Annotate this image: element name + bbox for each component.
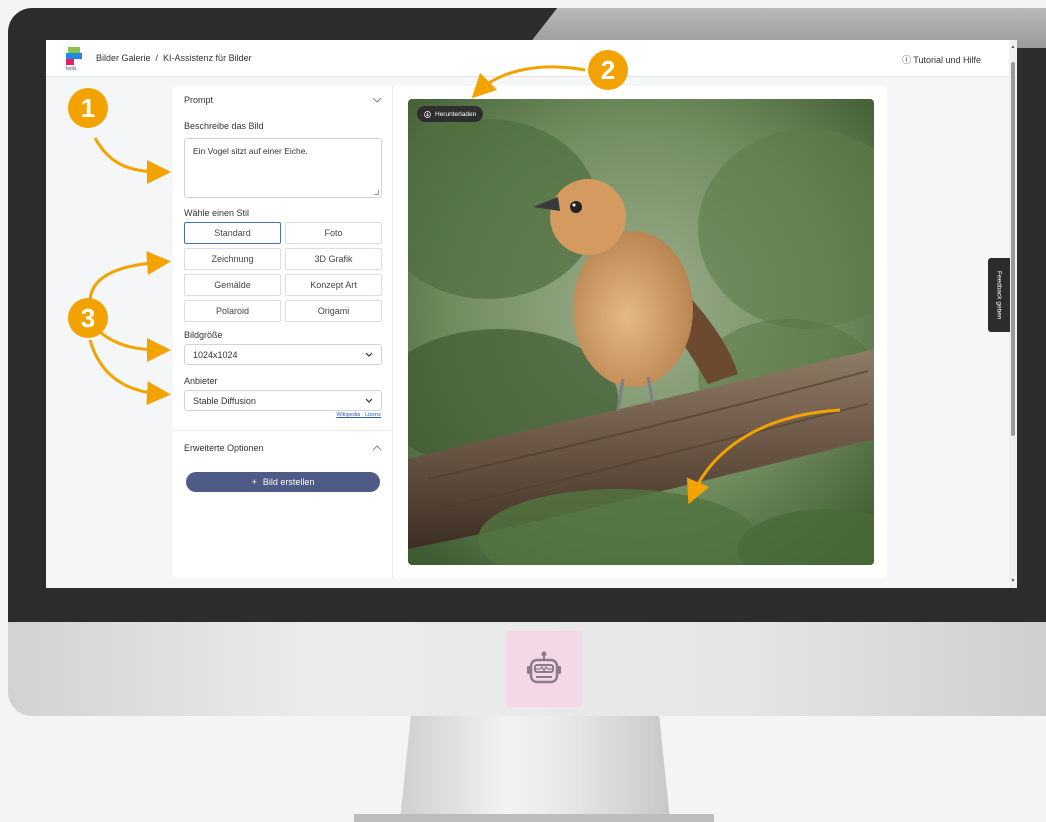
monitor-stand: [400, 716, 670, 820]
screen: tools Bilder Galerie / KI-Assistenz für …: [46, 40, 1017, 588]
style-grid: Standard Foto Zeichnung 3D Grafik Gemäld…: [184, 222, 382, 322]
size-select-value: 1024x1024: [193, 349, 238, 360]
download-label: Herunterladen: [435, 110, 477, 118]
generated-image: Herunterladen: [408, 99, 874, 565]
resize-handle-icon[interactable]: [374, 190, 379, 195]
create-image-label: Bild erstellen: [262, 477, 315, 487]
main-card: Prompt Beschreibe das Bild Ein Vogel sit…: [173, 86, 887, 578]
license-link[interactable]: Lizenz: [365, 412, 381, 418]
app-logo[interactable]: tools: [66, 47, 88, 73]
breadcrumb-current: KI-Assistenz für Bilder: [163, 53, 252, 63]
chevron-up-icon: [372, 445, 382, 451]
prompt-input-value: Ein Vogel sitzt auf einer Eiche.: [193, 146, 308, 156]
style-option-zeichnung[interactable]: Zeichnung: [184, 248, 281, 270]
section-divider: [173, 430, 393, 431]
size-select[interactable]: 1024x1024: [184, 344, 382, 365]
breadcrumb-gallery[interactable]: Bilder Galerie: [96, 53, 151, 63]
provider-select-value: Stable Diffusion: [193, 395, 256, 406]
style-option-origami[interactable]: Origami: [285, 300, 382, 322]
help-label: Tutorial und Hilfe: [913, 55, 981, 65]
scroll-down-icon[interactable]: ▼: [1010, 578, 1016, 584]
callout-badge-1: 1: [68, 88, 108, 128]
monitor-stand-base: [354, 814, 714, 822]
callout-badge-2: 2: [588, 50, 628, 90]
scroll-up-icon[interactable]: ▲: [1010, 44, 1016, 50]
style-option-gemaelde[interactable]: Gemälde: [184, 274, 281, 296]
robot-icon: [506, 631, 582, 707]
style-option-konzept-art[interactable]: Konzept Art: [285, 274, 382, 296]
create-image-button[interactable]: + Bild erstellen: [186, 472, 380, 492]
download-button[interactable]: Herunterladen: [417, 106, 484, 122]
scrollbar-thumb[interactable]: [1011, 62, 1015, 436]
style-label: Wähle einen Stil: [184, 208, 250, 218]
prompt-section-header[interactable]: Prompt: [184, 93, 382, 107]
size-label: Bildgröße: [184, 330, 223, 340]
help-link[interactable]: ⓘ Tutorial und Hilfe: [902, 53, 981, 66]
feedback-label: Feedback geben: [995, 270, 1003, 320]
app-logo-label: tools: [66, 66, 77, 72]
info-icon: ⓘ: [901, 55, 911, 65]
prompt-section-title: Prompt: [184, 95, 214, 105]
prompt-input[interactable]: Ein Vogel sitzt auf einer Eiche.: [184, 138, 382, 198]
style-option-foto[interactable]: Foto: [285, 222, 382, 244]
provider-links: Wikipedia · Lizenz: [336, 412, 381, 418]
callout-badge-3: 3: [68, 298, 108, 338]
settings-panel: Prompt Beschreibe das Bild Ein Vogel sit…: [173, 86, 393, 578]
bird-on-branch-image: [408, 99, 874, 565]
advanced-options-header[interactable]: Erweiterte Optionen: [184, 441, 382, 455]
describe-label: Beschreibe das Bild: [184, 121, 264, 131]
provider-select[interactable]: Stable Diffusion: [184, 390, 382, 411]
style-option-3d-grafik[interactable]: 3D Grafik: [285, 248, 382, 270]
chevron-down-icon: [372, 97, 382, 103]
provider-label: Anbieter: [184, 376, 218, 386]
style-option-polaroid[interactable]: Polaroid: [184, 300, 281, 322]
plus-icon: +: [251, 477, 257, 487]
top-bar: tools Bilder Galerie / KI-Assistenz für …: [46, 40, 1009, 77]
wikipedia-link[interactable]: Wikipedia: [336, 412, 360, 418]
chevron-down-icon: [365, 352, 373, 357]
breadcrumb: Bilder Galerie / KI-Assistenz für Bilder: [96, 53, 252, 63]
style-option-standard[interactable]: Standard: [184, 222, 281, 244]
feedback-tab[interactable]: Feedback geben: [988, 258, 1010, 332]
chevron-down-icon: [365, 398, 373, 403]
link-separator: ·: [361, 412, 364, 418]
breadcrumb-separator: /: [155, 53, 159, 63]
download-icon: [424, 110, 431, 118]
advanced-options-title: Erweiterte Optionen: [184, 443, 264, 453]
page-scrollbar[interactable]: ▲ ▼: [1009, 40, 1017, 588]
